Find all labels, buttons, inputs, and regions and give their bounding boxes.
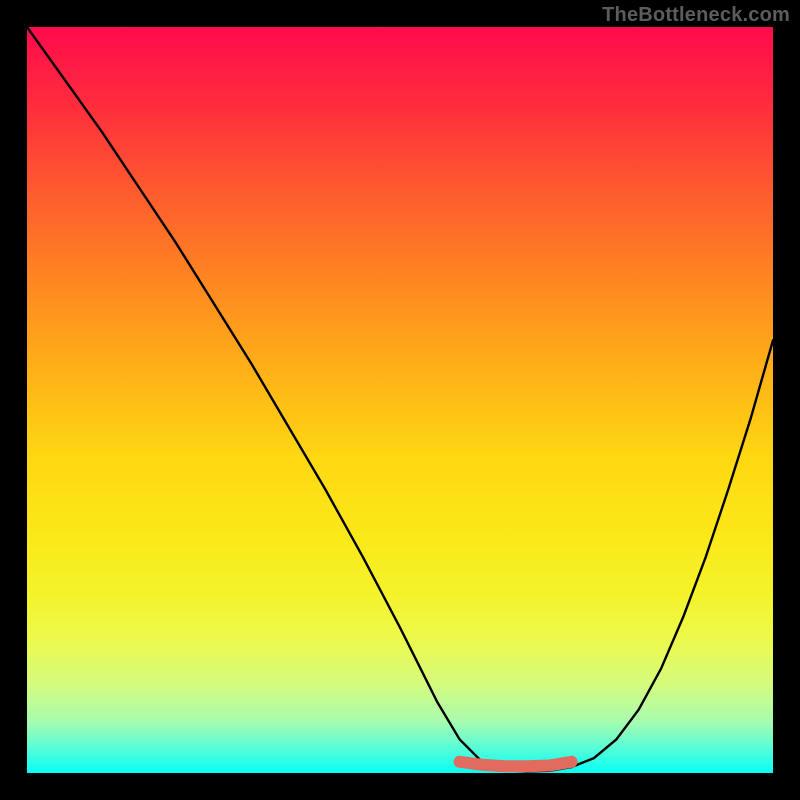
line-accent-segment [460,762,572,766]
chart-area [27,27,773,773]
curve-layer [27,27,773,773]
watermark-text: TheBottleneck.com [602,4,790,27]
line-series-1 [27,27,773,772]
